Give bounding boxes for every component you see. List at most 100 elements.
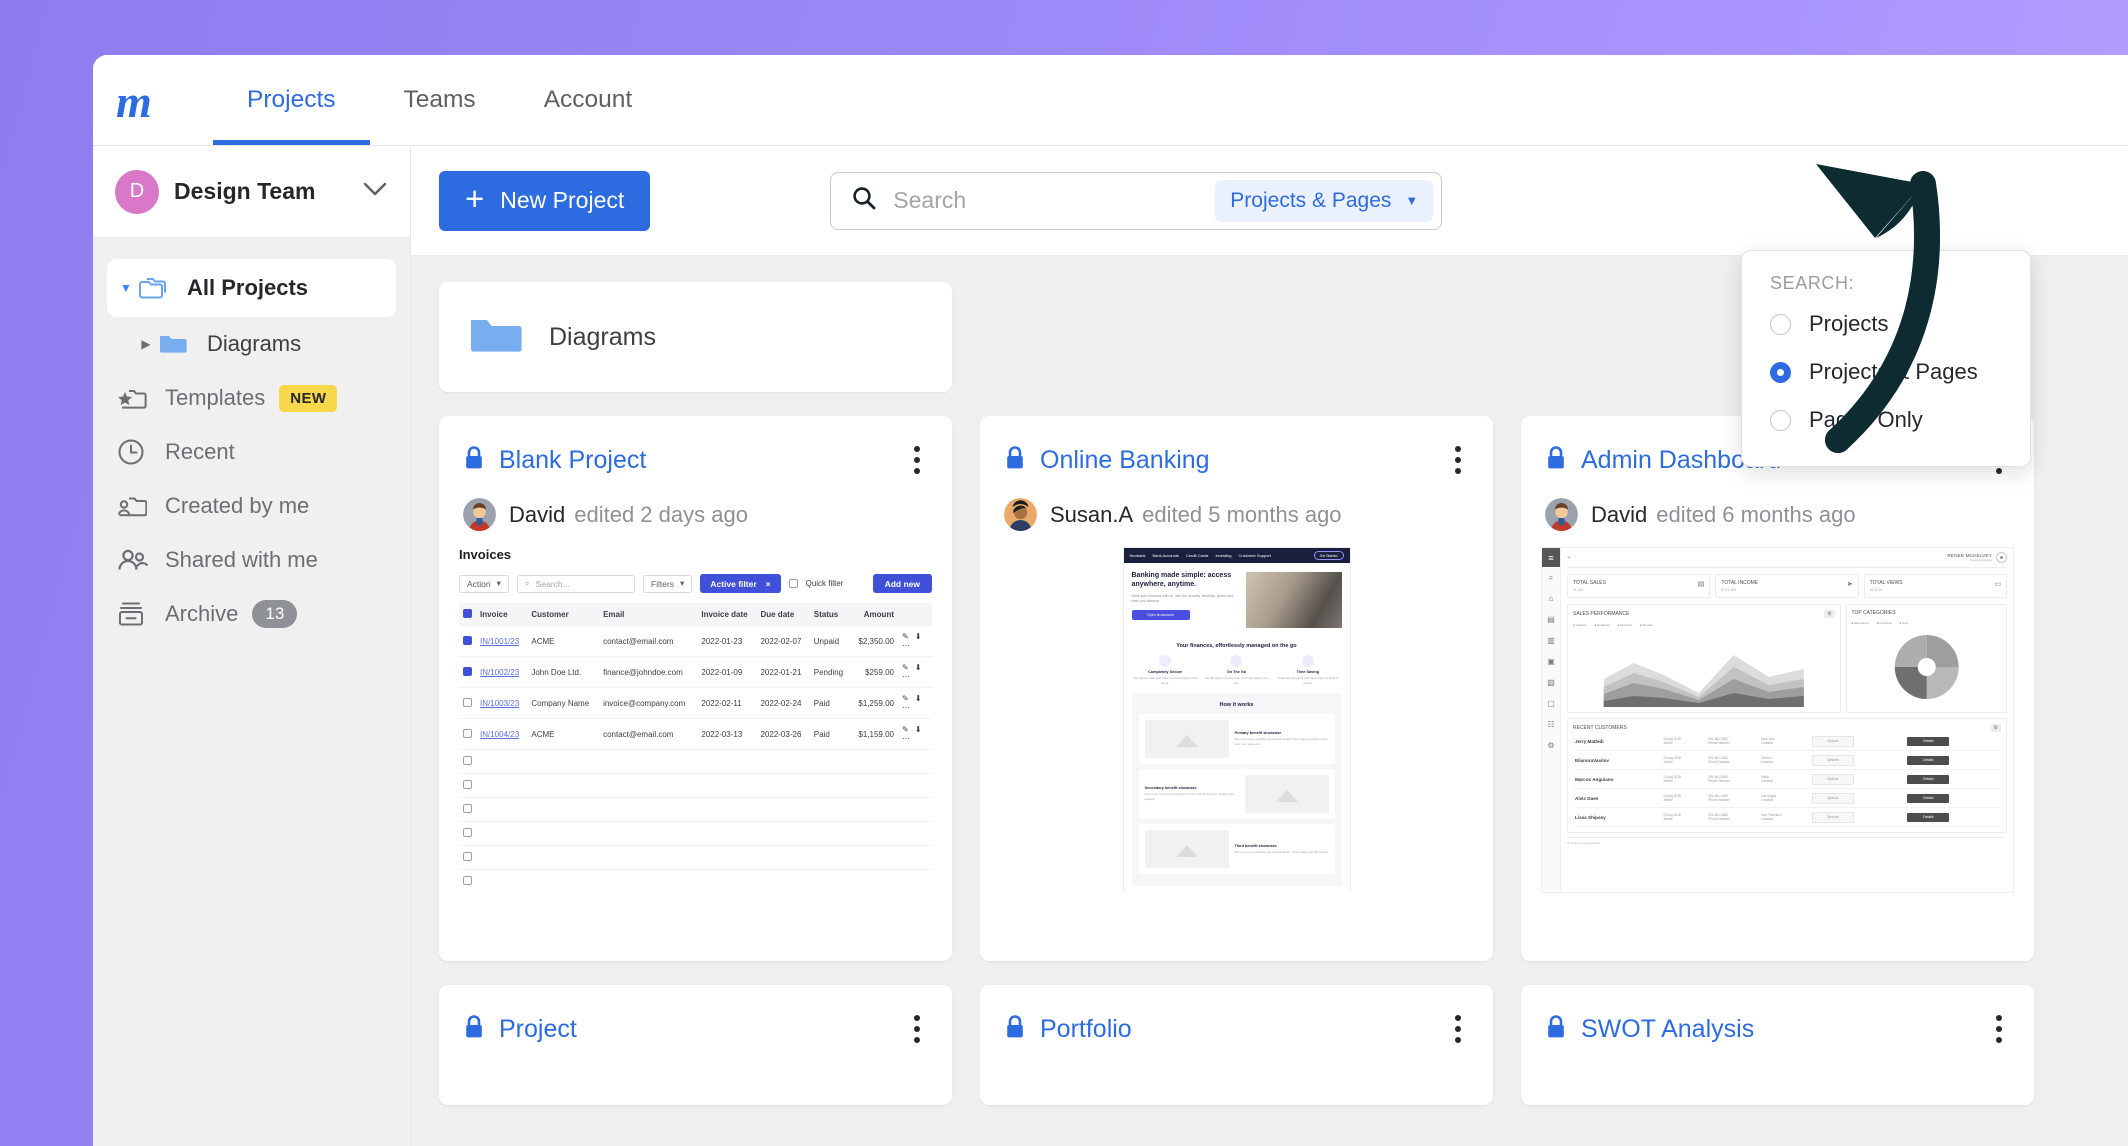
table-row[interactable]: IN/1001/23 ACME contact@email.com 2022-0… [459,626,932,657]
cell-invoice[interactable]: IN/1003/23 [480,699,519,708]
banking-nav-item[interactable]: Customer Support [1238,553,1270,558]
users-icon[interactable]: ☷ [1542,714,1560,735]
row-checkbox[interactable] [463,728,472,738]
sidebar-item-all-projects[interactable]: ▼ All Projects [107,259,396,317]
invoices-action-dropdown[interactable]: Action ▾ [459,574,509,593]
tab-account[interactable]: Account [510,55,667,145]
table-row[interactable]: Lissa Shipsey 13 aug 2018 Joined 251-661-… [1573,807,2001,827]
radio-projects[interactable] [1770,313,1791,335]
hamburger-menu-icon[interactable]: ≡ [1542,548,1560,567]
row-actions[interactable]: ✎ ⬇ ⋯ [898,718,932,750]
radio-projects-and-pages[interactable] [1770,361,1791,383]
cell-invoice[interactable]: IN/1004/23 [480,730,519,739]
document-icon[interactable]: ▤ [1542,609,1560,630]
project-card-swot-analysis[interactable]: SWOT Analysis [1521,985,2034,1105]
scope-option-projects-and-pages[interactable]: Projects & Pages [1742,348,2030,396]
table-row[interactable]: IN/1003/23 Company Name invoice@company.… [459,687,932,719]
moqups-logo-icon[interactable]: m [113,77,175,129]
expand-triangle-down-icon[interactable]: ▼ [113,281,139,295]
customer-details-button[interactable]: Details [1907,774,1950,784]
invoices-search-input[interactable]: ⌕ Search... [516,574,635,593]
project-card-blank-project[interactable]: Blank Project David edited 2 days ago In… [439,416,952,961]
customer-options-button[interactable]: Options [1811,773,1854,785]
chevron-down-icon[interactable] [362,181,388,202]
new-project-button[interactable]: + New Project [439,170,651,231]
invoices-filters-dropdown[interactable]: Filters ▾ [642,574,693,593]
search-bar[interactable]: Projects & Pages ▼ [830,171,1443,230]
cell-invoice[interactable]: IN/1002/23 [480,668,519,677]
project-title[interactable]: Portfolio [1040,1015,1447,1044]
calendar-icon[interactable]: ▢ [1542,693,1560,714]
table-row[interactable]: IN/1002/23 John Doe Ltd. finance@johndoe… [459,656,932,688]
sidebar-item-shared-with-me[interactable]: Shared with me [93,533,410,587]
row-checkbox[interactable] [463,697,472,707]
folder-card-diagrams[interactable]: Diagrams [439,282,952,392]
kebab-menu-icon[interactable] [906,1009,928,1049]
table-row[interactable]: Marcos Anguiano 13 aug 2018 Joined 251-66… [1573,769,2001,789]
chart-icon[interactable]: ▥ [1542,630,1560,651]
tab-teams[interactable]: Teams [370,55,510,145]
customer-details-button[interactable]: Details [1907,755,1950,765]
project-card-online-banking[interactable]: Online Banking Susan.A edited 5 months a… [980,416,1493,961]
scope-option-pages-only[interactable]: Pages Only [1742,396,2030,444]
close-icon[interactable]: × [766,579,771,589]
customer-options-button[interactable]: Options [1811,754,1854,766]
admin-user-sub[interactable]: Account Settings [1947,558,1992,562]
search-input[interactable] [893,187,1216,214]
image-icon[interactable]: ▣ [1542,651,1560,672]
table-row[interactable]: ElianoraVasilov 13 aug 2018 Joined 351-66… [1573,750,2001,770]
kebab-menu-icon[interactable] [1447,440,1469,480]
kebab-menu-icon[interactable] [1447,1009,1469,1049]
invoices-add-new-button[interactable]: Add new [872,574,932,593]
report-icon[interactable]: ▧ [1542,672,1560,693]
table-row[interactable]: Alvis Daen 13 aug 2018 Joined 351-661-325… [1573,788,2001,808]
invoices-active-filter-chip[interactable]: Active filter × [700,574,781,593]
customer-details-button[interactable]: Details [1907,736,1950,746]
customer-options-button[interactable]: Options [1811,735,1854,747]
banking-nav-item[interactable]: Investing [1215,553,1231,558]
banking-nav-cta[interactable]: Get Started [1313,551,1344,560]
row-checkbox[interactable] [463,635,472,645]
table-row[interactable]: Jerry Mattedi 13 aug 2018 Joined 251-661-… [1573,732,2001,751]
kebab-menu-icon[interactable] [1988,1009,2010,1049]
radio-pages-only[interactable] [1770,409,1791,431]
admin-user-avatar-icon[interactable]: ☻ [1996,552,2007,563]
kebab-menu-icon[interactable] [906,440,928,480]
customer-details-button[interactable]: Details [1907,812,1950,822]
project-card-project[interactable]: Project [439,985,952,1105]
row-actions[interactable]: ✎ ⬇ ⋯ [898,687,932,719]
project-title[interactable]: Project [499,1015,906,1044]
team-switcher[interactable]: D Design Team [93,146,410,238]
expand-triangle-right-icon[interactable]: ▶ [133,337,159,351]
project-title[interactable]: Blank Project [499,446,906,475]
banking-nav-item[interactable]: Credit Cards [1186,553,1208,558]
project-card-admin-dashboard[interactable]: Admin Dashboard David edited 6 months ag… [1521,416,2034,961]
row-checkbox[interactable] [463,666,472,676]
table-row[interactable]: IN/1004/23 ACME contact@email.com 2022-0… [459,718,932,750]
sidebar-item-recent[interactable]: Recent [93,425,410,479]
gear-icon[interactable]: ⚙ [1824,610,1835,618]
row-actions[interactable]: ✎ ⬇ ⋯ [898,656,932,688]
customer-options-button[interactable]: Options [1811,811,1854,823]
select-all-checkbox[interactable] [463,609,472,618]
invoices-quick-filter-checkbox[interactable] [788,579,798,588]
scope-option-projects[interactable]: Projects [1742,300,2030,348]
search-icon[interactable]: ⌕ [1542,567,1560,588]
home-icon[interactable]: ⌂ [1542,588,1560,609]
gear-icon[interactable]: ⚙ [1542,735,1560,756]
project-title[interactable]: SWOT Analysis [1581,1015,1988,1044]
row-actions[interactable]: ✎ ⬇ ⋯ [898,626,932,657]
search-scope-button[interactable]: Projects & Pages ▼ [1215,179,1434,222]
banking-hero-cta[interactable]: Open an account [1131,610,1190,620]
sidebar-item-created-by-me[interactable]: Created by me [93,479,410,533]
sidebar-item-diagrams[interactable]: ▶ Diagrams [93,317,410,371]
project-card-portfolio[interactable]: Portfolio [980,985,1493,1105]
customer-details-button[interactable]: Details [1907,793,1950,803]
customer-options-button[interactable]: Options [1811,792,1854,804]
project-title[interactable]: Online Banking [1040,446,1447,475]
tab-projects[interactable]: Projects [213,55,370,145]
banking-nav-item[interactable]: Bank Accounts [1153,553,1179,558]
sidebar-item-templates[interactable]: Templates NEW [93,371,410,425]
gear-icon[interactable]: ⚙ [1990,724,2001,732]
cell-invoice[interactable]: IN/1001/23 [480,637,519,646]
